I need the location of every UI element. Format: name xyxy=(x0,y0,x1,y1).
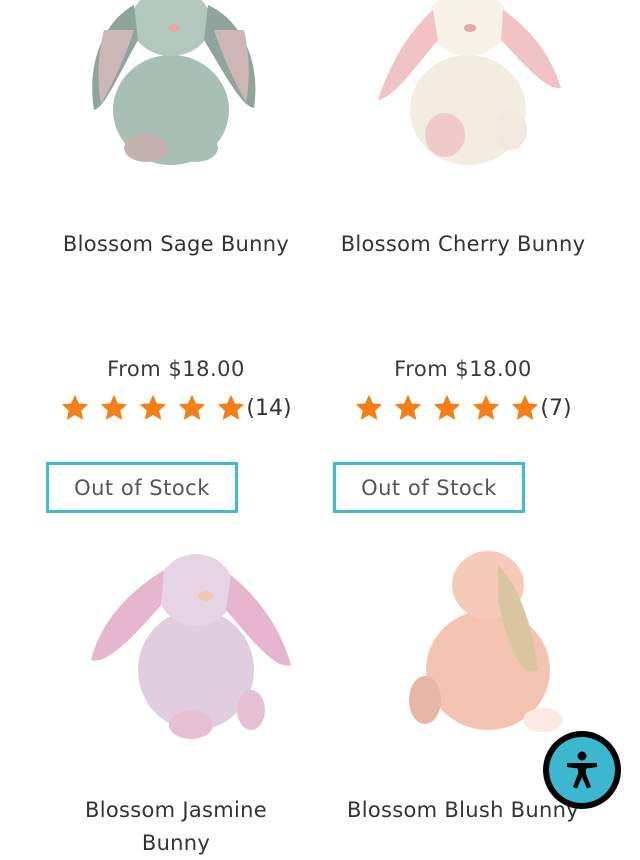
star-rating xyxy=(60,393,246,423)
review-count: (7) xyxy=(540,395,572,421)
star-icon xyxy=(138,393,168,423)
out-of-stock-button[interactable]: Out of Stock xyxy=(333,462,525,513)
peach-bunny-plush-icon xyxy=(409,551,563,732)
product-image-sage[interactable] xyxy=(26,0,326,190)
product-grid: Blossom Sage Bunny From $18.00 (14) Blos… xyxy=(0,0,640,855)
star-icon xyxy=(510,393,540,423)
cream-bunny-plush-icon xyxy=(378,0,561,165)
star-rating xyxy=(354,393,540,423)
product-image-jasmine[interactable] xyxy=(26,540,326,740)
star-icon xyxy=(99,393,129,423)
star-icon xyxy=(432,393,462,423)
product-title[interactable]: Blossom Sage Bunny xyxy=(26,228,326,261)
product-title[interactable]: Blossom Cherry Bunny xyxy=(313,228,613,261)
product-rating: (14) xyxy=(26,393,326,423)
product-price: From $18.00 xyxy=(394,357,532,381)
star-icon xyxy=(60,393,90,423)
sage-bunny-plush-icon xyxy=(92,0,256,165)
star-icon xyxy=(393,393,423,423)
review-count: (14) xyxy=(246,395,292,421)
product-title[interactable]: Blossom Jasmine Bunny xyxy=(26,794,326,860)
star-icon xyxy=(471,393,501,423)
product-image-cherry[interactable] xyxy=(313,0,613,190)
star-icon xyxy=(354,393,384,423)
star-icon xyxy=(177,393,207,423)
accessibility-button[interactable] xyxy=(543,731,621,809)
star-icon xyxy=(216,393,246,423)
product-title-line: Blossom Jasmine xyxy=(85,798,267,822)
product-title-line: Bunny xyxy=(141,831,211,855)
product-price: From $18.00 xyxy=(107,357,245,381)
accessibility-button-inner xyxy=(549,737,615,803)
product-image-blush[interactable] xyxy=(313,540,613,740)
product-rating: (7) xyxy=(313,393,613,423)
accessibility-person-icon xyxy=(567,751,597,789)
out-of-stock-button[interactable]: Out of Stock xyxy=(46,462,238,513)
lilac-bunny-plush-icon xyxy=(91,554,291,739)
